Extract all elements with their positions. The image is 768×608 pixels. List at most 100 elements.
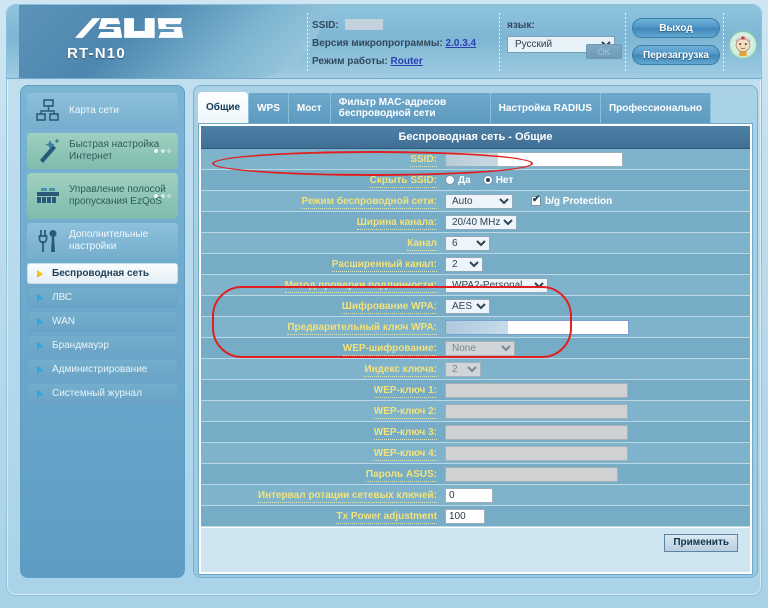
network-map-icon	[35, 98, 61, 124]
form-row-key-rotation-interval: Интервал ротации сетевых ключей:	[201, 485, 750, 506]
auth-method-select[interactable]: WPA2-Personal	[445, 277, 548, 293]
row-label: Метод проверки подлинности:	[284, 279, 437, 293]
sidebar-nav: Карта сети Быстрая настройка Интернет Уп…	[20, 85, 185, 578]
app-frame: RT-N10 SSID: Версия микропрограммы: 2.0.…	[6, 4, 762, 596]
row-label: Расширенный канал:	[331, 258, 437, 272]
wep-key-4-input[interactable]	[445, 445, 628, 461]
sidebar-item-wan[interactable]: WAN	[27, 311, 178, 332]
wep-key-2-input[interactable]	[445, 403, 628, 419]
bg-protection-checkbox[interactable]	[531, 194, 541, 206]
row-field: 2	[444, 256, 750, 272]
row-label: WEP-шифрование:	[342, 342, 437, 356]
tools-icon	[35, 228, 61, 254]
form-row-wireless-mode: Режим беспроводной сети: Auto b/g Protec…	[201, 191, 750, 212]
tab-mac-filter[interactable]: Фильтр MAC-адресов беспроводной сети	[330, 93, 491, 123]
channel-select[interactable]: 6	[445, 235, 490, 251]
tab-bridge[interactable]: Мост	[288, 93, 331, 123]
activity-dots-icon	[152, 193, 172, 199]
mascot-avatar-icon	[729, 31, 757, 59]
key-rotation-interval-input[interactable]	[445, 487, 493, 503]
tx-power-input[interactable]	[445, 508, 485, 524]
apply-row: Применить	[201, 527, 750, 558]
tab-wps[interactable]: WPS	[249, 93, 289, 123]
logout-button[interactable]: Выход	[632, 18, 720, 38]
tab-radius[interactable]: Настройка RADIUS	[490, 93, 601, 123]
device-info: SSID: Версия микропрограммы: 2.0.3.4 Реж…	[312, 19, 502, 74]
row-field	[444, 487, 750, 503]
key-index-select[interactable]: 2	[445, 361, 481, 377]
main-content: Общие WPS Мост Фильтр MAC-адресов беспро…	[193, 85, 758, 578]
firmware-label: Версия микропрограммы:	[312, 38, 443, 49]
apply-button[interactable]: Применить	[664, 534, 738, 552]
sidebar-item-administration[interactable]: Администрирование	[27, 359, 178, 380]
language-ok-button[interactable]: OK	[586, 44, 622, 59]
row-label: WEP-ключ 3:	[373, 426, 437, 440]
ssid-input[interactable]	[445, 151, 623, 167]
wireless-general-form: SSID: Скрыть SSID: Да Нет Режим беспрово…	[201, 149, 750, 558]
form-row-wpa-psk: Предварительный ключ WPA:	[201, 317, 750, 338]
operation-mode-link[interactable]: Router	[391, 56, 423, 67]
row-label: Интервал ротации сетевых ключей:	[257, 489, 437, 503]
form-row-hide-ssid: Скрыть SSID: Да Нет	[201, 170, 750, 191]
ssid-info-line: SSID:	[312, 19, 502, 31]
row-label: Канал	[407, 237, 437, 251]
sidebar-item-label: Дополнительные настройки	[69, 229, 149, 252]
sidebar-item-network-map[interactable]: Карта сети	[27, 93, 178, 129]
chevron-right-icon	[37, 293, 43, 302]
sidebar-item-advanced-settings[interactable]: Дополнительные настройки	[27, 223, 178, 259]
wep-key-1-input[interactable]	[445, 382, 628, 398]
asus-password-input[interactable]	[445, 466, 618, 482]
wep-encryption-select[interactable]: None	[445, 340, 515, 356]
panel-title-text: Беспроводная сеть - Общие	[398, 131, 553, 143]
page-header: RT-N10 SSID: Версия микропрограммы: 2.0.…	[7, 5, 761, 79]
language-label: язык:	[507, 20, 535, 31]
sidebar-item-wireless[interactable]: Беспроводная сеть	[27, 263, 178, 284]
extension-channel-select[interactable]: 2	[445, 256, 483, 272]
device-model: RT-N10	[67, 45, 126, 62]
tab-general[interactable]: Общие	[198, 92, 250, 123]
activity-dots-icon	[152, 148, 172, 154]
row-field	[444, 403, 750, 419]
hide-ssid-radio-yes[interactable]	[445, 175, 455, 185]
form-row-wep-key-3: WEP-ключ 3:	[201, 422, 750, 443]
row-field	[444, 424, 750, 440]
sidebar-subitem-label: WAN	[52, 316, 75, 327]
firmware-version-link[interactable]: 2.0.3.4	[446, 38, 477, 49]
row-label: Предварительный ключ WPA:	[287, 321, 437, 335]
wpa-encryption-select[interactable]: AES	[445, 298, 490, 314]
hide-ssid-no-label: Нет	[495, 174, 514, 186]
wpa-psk-input[interactable]	[445, 319, 629, 335]
sidebar-subitem-label: Брандмауэр	[52, 340, 109, 351]
tab-professional[interactable]: Профессионально	[600, 93, 712, 123]
channel-width-select[interactable]: 20/40 MHz	[445, 214, 517, 230]
sidebar-item-firewall[interactable]: Брандмауэр	[27, 335, 178, 356]
header-divider-3	[625, 13, 626, 73]
row-field	[444, 508, 750, 524]
chevron-right-icon	[37, 317, 43, 326]
sidebar-item-ezqos-bandwidth[interactable]: Управление полосой пропускания EzQoS	[27, 173, 178, 219]
header-buttons: Выход Перезагрузка	[632, 18, 722, 72]
wizard-wand-icon	[35, 138, 61, 164]
wep-key-3-input[interactable]	[445, 424, 628, 440]
ssid-redacted-value	[345, 19, 384, 30]
sidebar-item-system-log[interactable]: Системный журнал	[27, 383, 178, 404]
asus-logo-icon	[74, 18, 184, 38]
hide-ssid-yes-label: Да	[458, 174, 471, 186]
sidebar-item-lan[interactable]: ЛВС	[27, 287, 178, 308]
bg-protection-label: b/g Protection	[545, 195, 613, 207]
sidebar-subitem-label: Администрирование	[52, 364, 148, 375]
firmware-info-line: Версия микропрограммы: 2.0.3.4	[312, 38, 502, 49]
row-label: Пароль ASUS:	[365, 468, 437, 482]
reboot-button[interactable]: Перезагрузка	[632, 45, 720, 65]
hide-ssid-radio-group: Да Нет	[445, 175, 513, 186]
row-field: 20/40 MHz	[444, 214, 750, 230]
opmode-info-line: Режим работы: Router	[312, 56, 502, 67]
row-field: WPA2-Personal	[444, 277, 750, 293]
mascot-figure-icon	[735, 36, 751, 57]
brand-block: RT-N10	[19, 5, 324, 78]
language-selector-group: язык: Русский OK	[507, 20, 622, 59]
row-label: WEP-ключ 2:	[373, 405, 437, 419]
hide-ssid-radio-no[interactable]	[482, 175, 493, 185]
wireless-mode-select[interactable]: Auto	[445, 193, 513, 209]
sidebar-item-quick-internet-setup[interactable]: Быстрая настройка Интернет	[27, 133, 178, 169]
